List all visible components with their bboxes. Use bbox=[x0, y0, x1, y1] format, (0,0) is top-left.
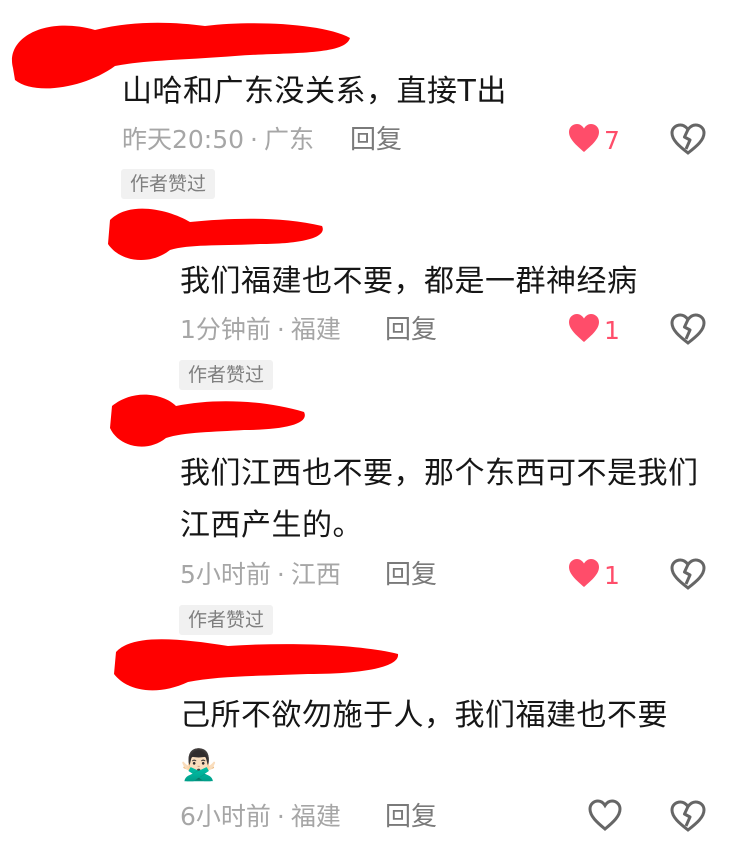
comment-text-line-1: 我们江西也不要，那个东西可不是我们 bbox=[180, 456, 699, 491]
reply-button[interactable]: 回复 bbox=[385, 800, 437, 834]
broken-heart-icon bbox=[670, 313, 706, 345]
meta-separator: · bbox=[276, 315, 285, 344]
dislike-button[interactable] bbox=[670, 800, 706, 834]
comment-time: 昨天20:50 bbox=[122, 125, 245, 154]
comment-meta: 5小时前 · 江西 bbox=[180, 558, 341, 592]
meta-separator: · bbox=[276, 802, 285, 831]
like-count: 1 bbox=[604, 560, 620, 590]
broken-heart-icon bbox=[670, 123, 706, 155]
reply-button[interactable]: 回复 bbox=[350, 123, 402, 157]
dislike-button[interactable] bbox=[670, 558, 706, 592]
like-button[interactable]: 1 bbox=[568, 313, 620, 347]
author-liked-badge: 作者赞过 bbox=[179, 360, 274, 390]
heart-icon bbox=[568, 313, 600, 347]
meta-separator: · bbox=[250, 125, 258, 154]
like-button[interactable]: 7 bbox=[568, 123, 620, 157]
comment-text: 山哈和广东没关系，直接T出 bbox=[122, 74, 507, 109]
reply-button[interactable]: 回复 bbox=[385, 313, 437, 347]
heart-outline-icon bbox=[588, 799, 622, 835]
comment-location: 广东 bbox=[264, 125, 315, 154]
comment-text-line-2: 江西产生的。 bbox=[180, 508, 363, 543]
like-button[interactable]: 1 bbox=[568, 558, 620, 592]
dislike-button[interactable] bbox=[670, 313, 706, 347]
author-liked-badge: 作者赞过 bbox=[121, 169, 216, 199]
like-button[interactable] bbox=[588, 799, 622, 835]
comment-location: 福建 bbox=[290, 802, 341, 831]
meta-separator: · bbox=[276, 560, 285, 589]
reply-button[interactable]: 回复 bbox=[385, 558, 437, 592]
like-count: 7 bbox=[604, 125, 620, 155]
comment-text: 我们福建也不要，都是一群神经病 bbox=[180, 264, 638, 299]
comment-location: 江西 bbox=[290, 560, 341, 589]
gesturing-no-emoji: 🙅🏻‍♂️ bbox=[180, 748, 218, 783]
comment-meta: 6小时前 · 福建 bbox=[180, 800, 341, 834]
comment-meta: 1分钟前 · 福建 bbox=[180, 313, 341, 347]
broken-heart-icon bbox=[670, 800, 706, 832]
like-count: 1 bbox=[604, 315, 620, 345]
heart-icon bbox=[568, 123, 600, 157]
comment-location: 福建 bbox=[290, 315, 341, 344]
comment-time: 1分钟前 bbox=[180, 315, 271, 344]
comment-time: 5小时前 bbox=[180, 560, 271, 589]
comment-text: 己所不欲勿施于人，我们福建也不要 bbox=[180, 698, 668, 733]
broken-heart-icon bbox=[670, 558, 706, 590]
dislike-button[interactable] bbox=[670, 123, 706, 157]
comment-meta: 昨天20:50 · 广东 bbox=[122, 123, 314, 157]
heart-icon bbox=[568, 558, 600, 592]
comment-time: 6小时前 bbox=[180, 802, 271, 831]
